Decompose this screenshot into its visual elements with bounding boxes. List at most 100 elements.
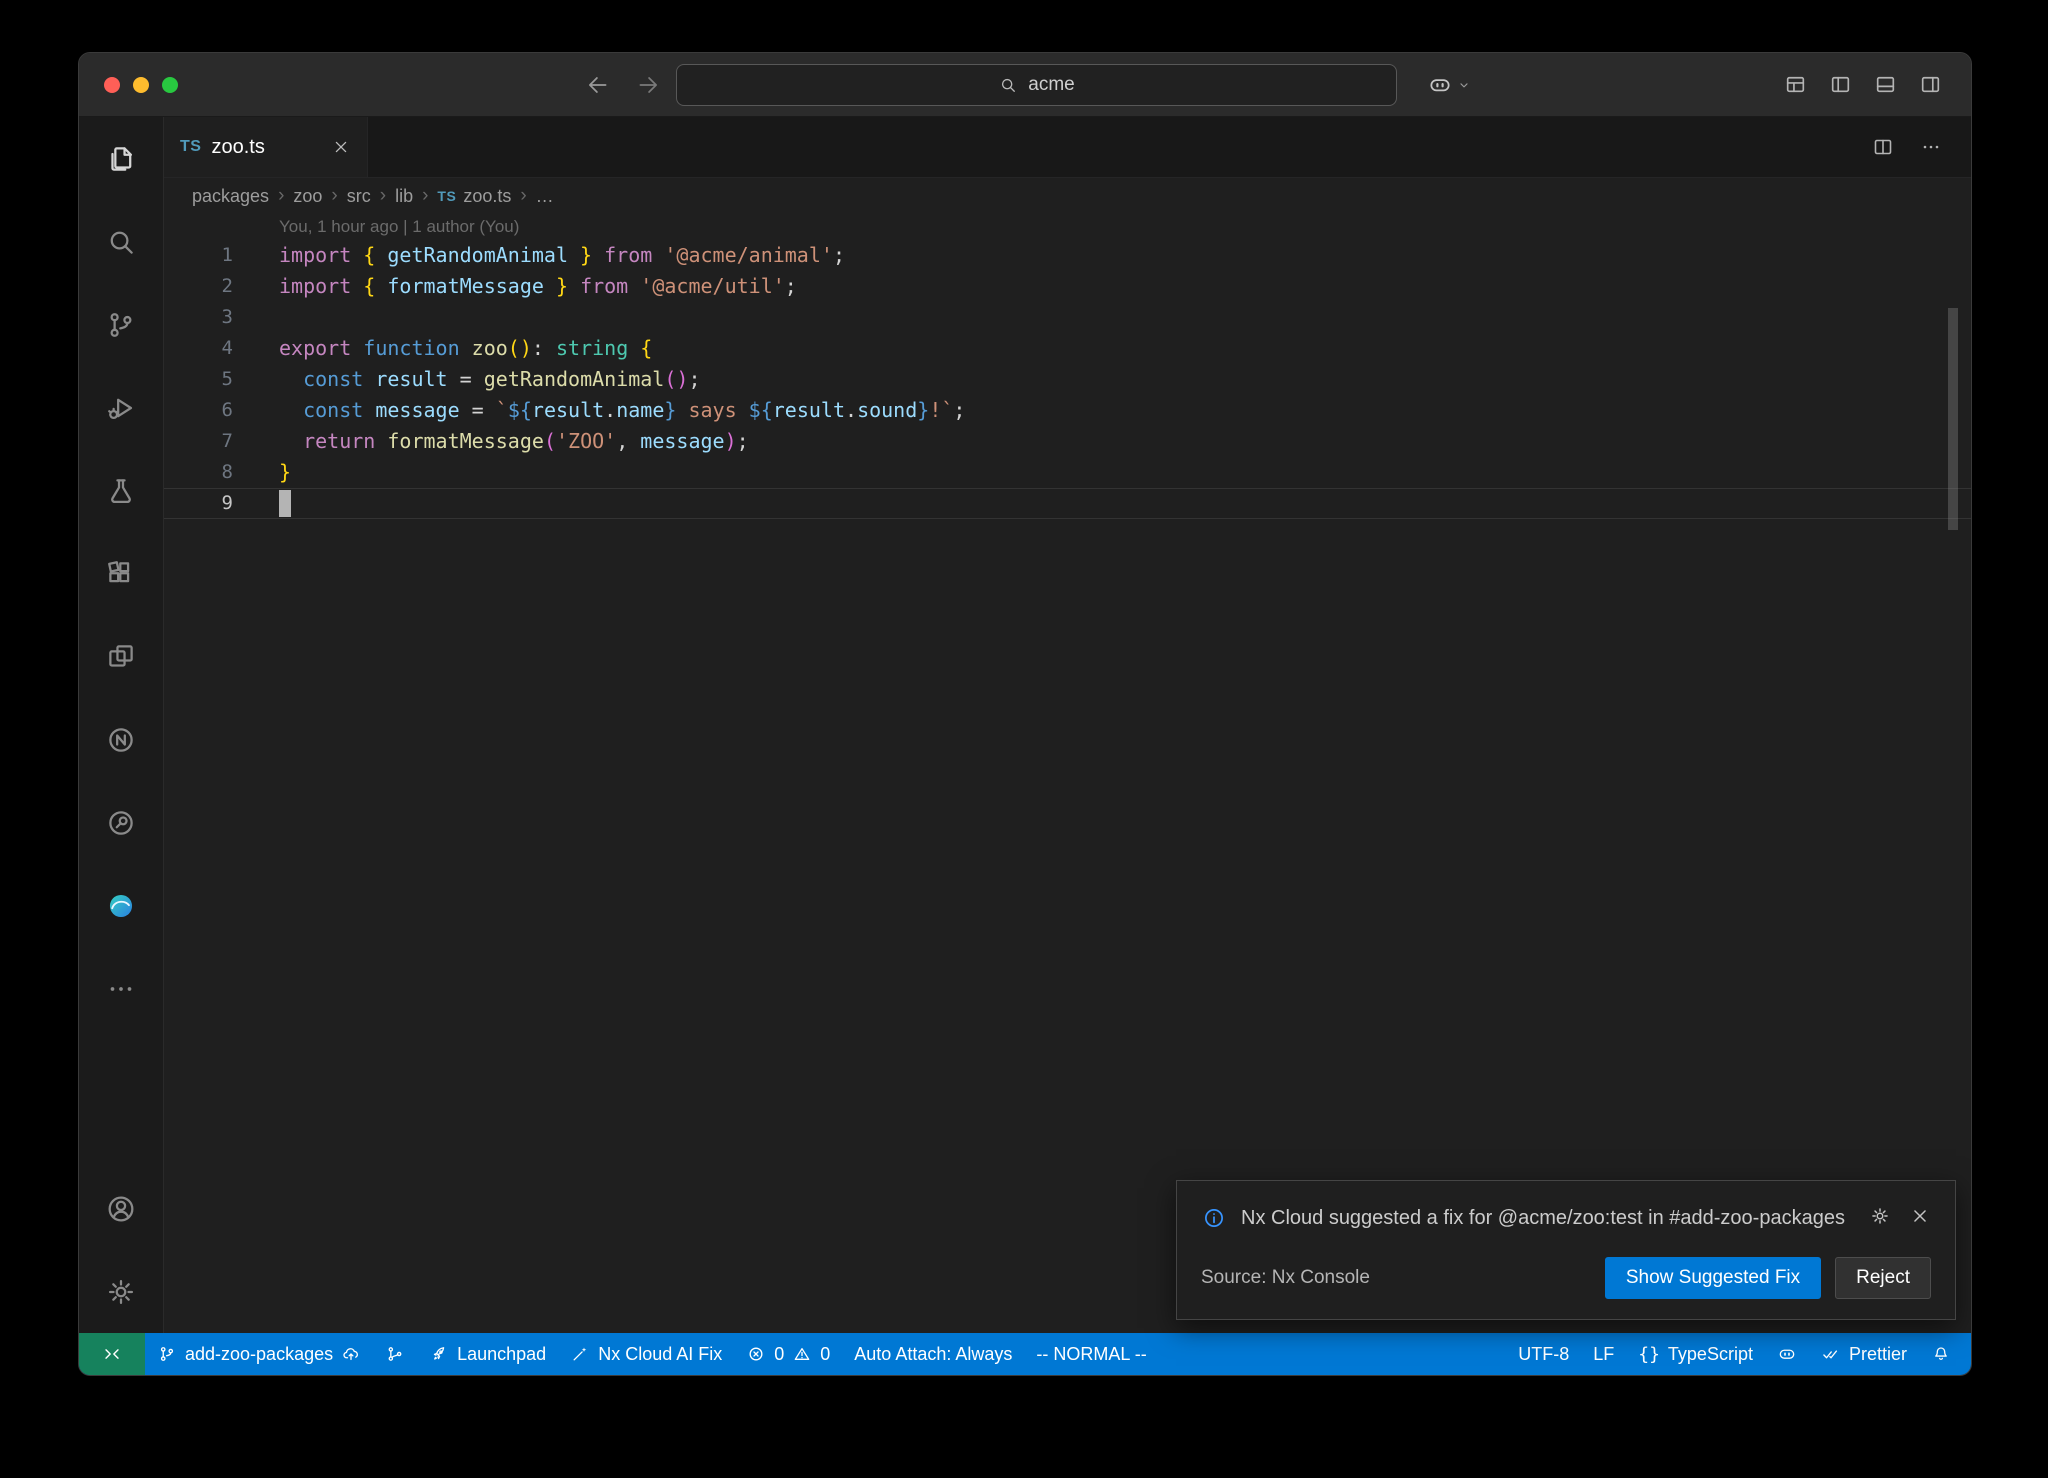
line-number: 6 bbox=[164, 395, 233, 426]
status-launchpad[interactable]: Launchpad bbox=[417, 1333, 558, 1375]
activity-bar-gitlens[interactable] bbox=[79, 781, 163, 864]
activity-bar-extensions[interactable] bbox=[79, 532, 163, 615]
code-line-8[interactable]: 8} bbox=[164, 457, 1971, 488]
status-copilot[interactable] bbox=[1765, 1333, 1809, 1375]
block-cursor bbox=[279, 490, 291, 517]
toast-message: Nx Cloud suggested a fix for @acme/zoo:t… bbox=[1241, 1203, 1855, 1233]
chevron-right-icon: › bbox=[520, 185, 526, 207]
status-remote[interactable] bbox=[79, 1333, 145, 1375]
code-line-6[interactable]: 6 const message = `${result.name} says $… bbox=[164, 395, 1971, 426]
activity-bar-remote-explorer[interactable] bbox=[79, 615, 163, 698]
activity-bar-account[interactable] bbox=[79, 1167, 163, 1250]
remote-explorer-icon bbox=[104, 640, 138, 674]
layout-panel-icon[interactable] bbox=[1873, 72, 1898, 97]
status-label: 0 bbox=[820, 1344, 830, 1365]
back-button[interactable] bbox=[585, 72, 611, 98]
breadcrumb-item-packages[interactable]: packages bbox=[192, 186, 269, 207]
forward-button[interactable] bbox=[635, 72, 661, 98]
desktop: acme TS zoo.ts bbox=[0, 0, 2048, 1478]
status-encoding[interactable]: UTF-8 bbox=[1506, 1333, 1581, 1375]
minimize-window-button[interactable] bbox=[133, 77, 149, 93]
activity-bar-settings[interactable] bbox=[79, 1250, 163, 1333]
tab-zoo-ts[interactable]: TS zoo.ts bbox=[164, 117, 368, 177]
status-eol[interactable]: LF bbox=[1581, 1333, 1626, 1375]
status-vim-mode[interactable]: -- NORMAL -- bbox=[1024, 1333, 1158, 1375]
line-text: return formatMessage('ZOO', message); bbox=[233, 426, 749, 457]
status-label: TypeScript bbox=[1668, 1344, 1753, 1365]
toast-source: Source: Nx Console bbox=[1201, 1267, 1370, 1289]
split-editor-icon[interactable] bbox=[1871, 135, 1895, 159]
activity-bar-edge-tools[interactable] bbox=[79, 864, 163, 947]
breadcrumb-item-zoo-ts[interactable]: TSzoo.ts bbox=[437, 186, 511, 207]
status-branch[interactable]: add-zoo-packages bbox=[145, 1333, 373, 1375]
layout-sidebar-left-icon[interactable] bbox=[1828, 72, 1853, 97]
more-actions-icon[interactable] bbox=[1919, 135, 1943, 159]
code-editor[interactable]: You, 1 hour ago | 1 author (You) 1import… bbox=[164, 214, 1971, 1333]
code-line-3[interactable]: 3 bbox=[164, 302, 1971, 333]
history-nav bbox=[585, 72, 661, 98]
remote-icon bbox=[101, 1343, 123, 1365]
show-suggested-fix-button[interactable]: Show Suggested Fix bbox=[1605, 1257, 1821, 1299]
status-nx-cloud-ai-fix[interactable]: Nx Cloud AI Fix bbox=[558, 1333, 734, 1375]
activity-bar-nx-console[interactable] bbox=[79, 698, 163, 781]
code-line-1[interactable]: 1import { getRandomAnimal } from '@acme/… bbox=[164, 240, 1971, 271]
breadcrumb-item--[interactable]: … bbox=[536, 186, 554, 207]
search-value: acme bbox=[1028, 74, 1074, 96]
status-bar-left: add-zoo-packages LaunchpadNx Cloud AI Fix… bbox=[79, 1333, 1159, 1375]
tab-bar: TS zoo.ts bbox=[164, 117, 1971, 178]
status-language[interactable]: {}TypeScript bbox=[1626, 1333, 1765, 1375]
layout-controls bbox=[1783, 72, 1943, 97]
breadcrumb-item-src[interactable]: src bbox=[347, 186, 371, 207]
code-line-5[interactable]: 5 const result = getRandomAnimal(); bbox=[164, 364, 1971, 395]
code-line-4[interactable]: 4export function zoo(): string { bbox=[164, 333, 1971, 364]
code-line-7[interactable]: 7 return formatMessage('ZOO', message); bbox=[164, 426, 1971, 457]
rocket-icon bbox=[429, 1344, 449, 1364]
status-git-graph[interactable] bbox=[373, 1333, 417, 1375]
breadcrumb-item-zoo[interactable]: zoo bbox=[293, 186, 322, 207]
layout-sidebar-right-icon[interactable] bbox=[1918, 72, 1943, 97]
gear-icon[interactable] bbox=[1869, 1205, 1891, 1227]
close-icon[interactable] bbox=[1909, 1205, 1931, 1227]
reject-button[interactable]: Reject bbox=[1835, 1257, 1931, 1299]
code-line-9[interactable]: 9 bbox=[164, 488, 1971, 519]
copilot-icon bbox=[1777, 1344, 1797, 1364]
copilot-menu[interactable] bbox=[1427, 72, 1473, 98]
activity-bar-source-control[interactable] bbox=[79, 283, 163, 366]
code-line-2[interactable]: 2import { formatMessage } from '@acme/ut… bbox=[164, 271, 1971, 302]
line-number: 8 bbox=[164, 457, 233, 488]
more-views-icon bbox=[104, 972, 138, 1006]
activity-bar-testing[interactable] bbox=[79, 449, 163, 532]
toast-header: Nx Cloud suggested a fix for @acme/zoo:t… bbox=[1201, 1203, 1931, 1233]
status-problems[interactable]: 00 bbox=[734, 1333, 842, 1375]
scrollbar-thumb[interactable] bbox=[1948, 308, 1958, 530]
close-window-button[interactable] bbox=[104, 77, 120, 93]
status-label: add-zoo-packages bbox=[185, 1344, 333, 1365]
notification-toast: Nx Cloud suggested a fix for @acme/zoo:t… bbox=[1176, 1180, 1956, 1320]
status-formatter[interactable]: Prettier bbox=[1809, 1333, 1919, 1375]
editor-actions bbox=[1871, 117, 1971, 177]
error-icon bbox=[746, 1344, 766, 1364]
git-blame-codelens[interactable]: You, 1 hour ago | 1 author (You) bbox=[164, 214, 1971, 240]
line-number: 4 bbox=[164, 333, 233, 364]
toast-buttons: Show Suggested Fix Reject bbox=[1605, 1257, 1931, 1299]
activity-bar-run-debug[interactable] bbox=[79, 366, 163, 449]
nx-console-icon bbox=[104, 723, 138, 757]
editor-area: TS zoo.ts packages›zoo›src›lib›TSzoo.ts›… bbox=[164, 117, 1971, 1333]
layout-customize-icon[interactable] bbox=[1783, 72, 1808, 97]
chevron-right-icon: › bbox=[422, 185, 428, 207]
status-bar-right: UTF-8LF{}TypeScript Prettier bbox=[1506, 1333, 1971, 1375]
tab-close-icon[interactable] bbox=[331, 137, 351, 157]
extensions-icon bbox=[104, 557, 138, 591]
breadcrumb-item-lib[interactable]: lib bbox=[395, 186, 413, 207]
status-auto-attach[interactable]: Auto Attach: Always bbox=[842, 1333, 1024, 1375]
activity-bar-more-views[interactable] bbox=[79, 947, 163, 1030]
line-number: 3 bbox=[164, 302, 233, 333]
activity-bar-search[interactable] bbox=[79, 200, 163, 283]
status-notifications[interactable] bbox=[1919, 1333, 1963, 1375]
warning-icon bbox=[792, 1344, 812, 1364]
main-area: TS zoo.ts packages›zoo›src›lib›TSzoo.ts›… bbox=[79, 117, 1971, 1333]
search-icon bbox=[104, 225, 138, 259]
command-center-search[interactable]: acme bbox=[676, 64, 1397, 106]
zoom-window-button[interactable] bbox=[162, 77, 178, 93]
activity-bar-explorer[interactable] bbox=[79, 117, 163, 200]
